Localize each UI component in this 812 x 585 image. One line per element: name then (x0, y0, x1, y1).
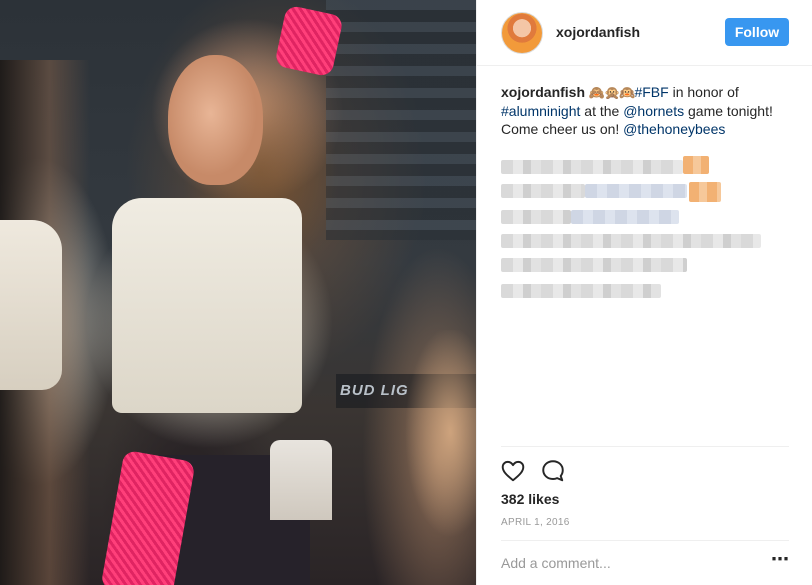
redacted-line (501, 160, 683, 174)
post-sidebar: xojordanfish Follow xojordanfish 🙈🙊🙉#FBF… (476, 0, 812, 585)
dancer-left-shirt (0, 220, 62, 390)
redacted-line (501, 184, 585, 198)
caption-username[interactable]: xojordanfish (501, 84, 585, 100)
add-comment-input[interactable] (501, 552, 751, 574)
redacted-emoji (689, 182, 721, 202)
profile-avatar-icon[interactable] (501, 12, 543, 54)
post-caption: xojordanfish 🙈🙊🙉#FBF in honor of #alumni… (501, 83, 791, 138)
actions-divider (501, 446, 789, 447)
mention-thehoneybees[interactable]: @thehoneybees (623, 121, 725, 137)
caption-text-1: in honor of (668, 84, 739, 100)
referee (270, 440, 332, 520)
redacted-line (501, 258, 687, 272)
more-options-icon[interactable]: ⋯ (768, 550, 792, 572)
redacted-line (501, 210, 571, 224)
comment-divider (501, 540, 789, 541)
monkey-emojis: 🙈🙊🙉 (588, 85, 636, 100)
dancer-right (390, 330, 476, 585)
post-photo[interactable]: BUD LIG (0, 0, 476, 585)
redacted-line (501, 284, 661, 298)
dancer-top (112, 198, 302, 413)
redacted-mention (571, 210, 679, 224)
header-username[interactable]: xojordanfish (556, 24, 640, 40)
mention-hornets[interactable]: @hornets (623, 103, 684, 119)
likes-count[interactable]: 382 likes (501, 491, 559, 507)
redacted-mention (585, 184, 687, 198)
comment-icon[interactable] (540, 458, 566, 484)
hashtag-alumninight[interactable]: #alumninight (501, 103, 580, 119)
redacted-line (501, 234, 761, 248)
redacted-emoji (683, 156, 709, 174)
follow-button[interactable]: Follow (725, 18, 789, 46)
caption-text-2: at the (580, 103, 624, 119)
hashtag-fbf[interactable]: #FBF (634, 84, 668, 100)
post-header: xojordanfish Follow (477, 0, 812, 66)
post-date: APRIL 1, 2016 (501, 517, 570, 528)
heart-icon[interactable] (500, 458, 526, 484)
dancer-face (168, 55, 263, 185)
